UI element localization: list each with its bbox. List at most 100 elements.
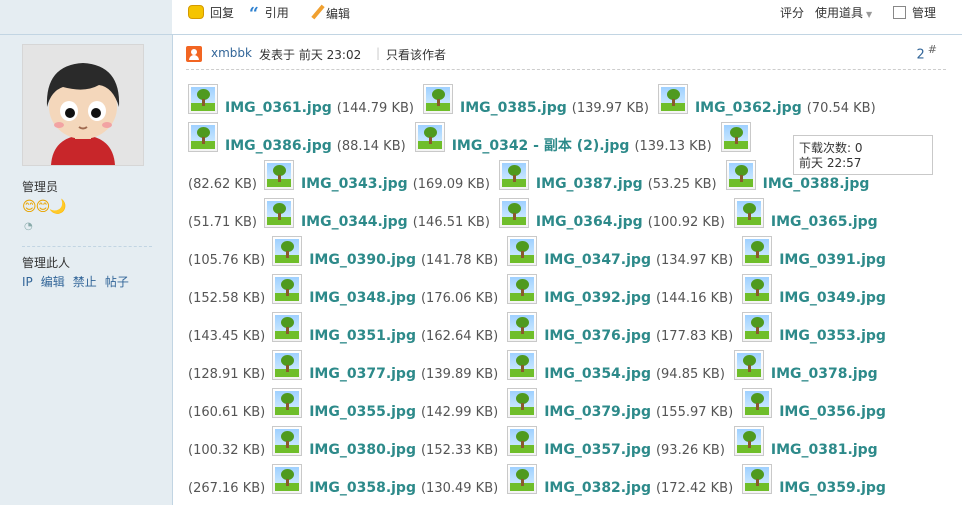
rate-button[interactable]: 评分 bbox=[780, 4, 804, 21]
download-tooltip: 下载次数: 0 前天 22:57 bbox=[793, 135, 933, 175]
image-attachment-icon[interactable] bbox=[507, 426, 538, 456]
attachment-link[interactable]: IMG_0354.jpg bbox=[544, 366, 651, 382]
image-attachment-icon[interactable] bbox=[742, 388, 773, 418]
attachment-link[interactable]: IMG_0362.jpg bbox=[695, 100, 802, 116]
attachment-link[interactable]: IMG_0386.jpg bbox=[225, 138, 332, 154]
image-attachment-icon[interactable] bbox=[733, 198, 764, 228]
use-tool-menu[interactable]: 使用道具 ▼ bbox=[815, 4, 872, 21]
image-attachment-icon[interactable] bbox=[742, 236, 773, 266]
manage-edit-link[interactable]: 编辑 bbox=[41, 275, 65, 289]
image-attachment-icon[interactable] bbox=[742, 274, 773, 304]
attachment-line: (160.61 KB) IMG_0355.jpg (142.99 KB) IMG_03… bbox=[188, 386, 886, 424]
attachment-link[interactable]: IMG_0356.jpg bbox=[779, 404, 886, 420]
attachment-link[interactable]: IMG_0349.jpg bbox=[779, 290, 886, 306]
attachment-size: (144.79 KB) bbox=[336, 101, 414, 116]
manage-toggle[interactable]: 管理 bbox=[893, 4, 936, 21]
attachment-link[interactable]: IMG_0378.jpg bbox=[771, 366, 878, 382]
attachment-link[interactable]: IMG_0347.jpg bbox=[544, 252, 651, 268]
image-attachment-icon[interactable] bbox=[733, 350, 764, 380]
attachment-size: (176.06 KB) bbox=[420, 291, 499, 306]
attachment-line: IMG_0386.jpg (88.14 KB) IMG_0342 - 副本 (2).… bbox=[188, 120, 758, 158]
attachment-link[interactable]: IMG_0361.jpg bbox=[225, 100, 332, 116]
attachment-link[interactable]: IMG_0355.jpg bbox=[309, 404, 416, 420]
image-attachment-icon[interactable] bbox=[422, 84, 453, 114]
image-attachment-icon[interactable] bbox=[272, 236, 303, 266]
image-attachment-icon[interactable] bbox=[507, 464, 538, 494]
image-attachment-icon[interactable] bbox=[498, 160, 529, 190]
attachment-link[interactable]: IMG_0392.jpg bbox=[544, 290, 651, 306]
only-author-link[interactable]: 只看该作者 bbox=[386, 46, 446, 63]
quote-button[interactable]: “ 引用 bbox=[249, 4, 289, 23]
attachment-link[interactable]: IMG_0358.jpg bbox=[309, 480, 416, 496]
avatar[interactable] bbox=[22, 44, 144, 166]
attachment-item: (152.58 KB) IMG_0348.jpg (176.06 KB) bbox=[188, 272, 498, 310]
edit-button[interactable]: 编辑 bbox=[311, 4, 351, 22]
attachment-link[interactable]: IMG_0390.jpg bbox=[309, 252, 416, 268]
attachment-size: (94.85 KB) bbox=[655, 367, 725, 382]
image-attachment-icon[interactable] bbox=[507, 274, 538, 304]
attachment-link[interactable]: IMG_0351.jpg bbox=[309, 328, 416, 344]
attachment-link[interactable]: IMG_0382.jpg bbox=[544, 480, 651, 496]
tooltip-upload-time: 前天 22:57 bbox=[799, 156, 862, 170]
image-attachment-icon[interactable] bbox=[742, 312, 773, 342]
attachment-link[interactable]: IMG_0391.jpg bbox=[779, 252, 886, 268]
reply-button[interactable]: 回复 bbox=[188, 4, 234, 21]
image-attachment-icon[interactable] bbox=[720, 122, 751, 152]
author-link[interactable]: xmbbk bbox=[211, 46, 252, 60]
attachment-link[interactable]: IMG_0342 - 副本 (2).jpg bbox=[452, 138, 630, 154]
attachment-link[interactable]: IMG_0353.jpg bbox=[779, 328, 886, 344]
image-attachment-icon[interactable] bbox=[507, 350, 538, 380]
image-attachment-icon[interactable] bbox=[263, 198, 294, 228]
attachment-link[interactable]: IMG_0359.jpg bbox=[779, 480, 886, 496]
attachment-size: (172.42 KB) bbox=[655, 481, 734, 496]
manage-checkbox[interactable] bbox=[893, 6, 906, 19]
image-attachment-icon[interactable] bbox=[263, 160, 294, 190]
image-attachment-icon[interactable] bbox=[188, 122, 218, 152]
attachment-link[interactable]: IMG_0357.jpg bbox=[544, 442, 651, 458]
edit-label: 编辑 bbox=[326, 7, 351, 21]
image-attachment-icon[interactable] bbox=[742, 464, 773, 494]
image-attachment-icon[interactable] bbox=[188, 84, 218, 114]
attachment-link[interactable]: IMG_0348.jpg bbox=[309, 290, 416, 306]
image-attachment-icon[interactable] bbox=[272, 464, 303, 494]
attachment-line: (100.32 KB) IMG_0380.jpg (152.33 KB) IMG_03… bbox=[188, 424, 878, 462]
image-attachment-icon[interactable] bbox=[507, 236, 538, 266]
attachment-size: (100.92 KB) bbox=[647, 215, 725, 230]
image-attachment-icon[interactable] bbox=[733, 426, 764, 456]
attachment-link[interactable]: IMG_0365.jpg bbox=[771, 214, 878, 230]
attachment-item: IMG_0387.jpg (53.25 KB) bbox=[498, 158, 717, 196]
image-attachment-icon[interactable] bbox=[414, 122, 445, 152]
attachment-link[interactable]: IMG_0385.jpg bbox=[460, 100, 567, 116]
attachment-line: (51.71 KB) IMG_0344.jpg (146.51 KB) IMG_036… bbox=[188, 196, 878, 234]
attachment-link[interactable]: IMG_0376.jpg bbox=[544, 328, 651, 344]
image-attachment-icon[interactable] bbox=[507, 312, 538, 342]
attachment-size: (162.64 KB) bbox=[420, 329, 499, 344]
attachment-item: IMG_0378.jpg bbox=[733, 348, 878, 386]
image-attachment-icon[interactable] bbox=[272, 426, 303, 456]
image-attachment-icon[interactable] bbox=[498, 198, 529, 228]
attachment-size: (105.76 KB) bbox=[188, 253, 266, 268]
image-attachment-icon[interactable] bbox=[657, 84, 688, 114]
image-attachment-icon[interactable] bbox=[272, 350, 303, 380]
attachment-link[interactable]: IMG_0343.jpg bbox=[301, 176, 408, 192]
image-attachment-icon[interactable] bbox=[272, 388, 303, 418]
attachment-link[interactable]: IMG_0387.jpg bbox=[536, 176, 643, 192]
image-attachment-icon[interactable] bbox=[507, 388, 538, 418]
attachment-link[interactable]: IMG_0388.jpg bbox=[763, 176, 870, 192]
manage-posts-link[interactable]: 帖子 bbox=[105, 275, 129, 289]
attachment-link[interactable]: IMG_0364.jpg bbox=[536, 214, 643, 230]
attachment-link[interactable]: IMG_0381.jpg bbox=[771, 442, 878, 458]
attachment-link[interactable]: IMG_0377.jpg bbox=[309, 366, 416, 382]
attachment-line: (267.16 KB) IMG_0358.jpg (130.49 KB) IMG_03… bbox=[188, 462, 886, 500]
image-attachment-icon[interactable] bbox=[272, 274, 303, 304]
attachment-link[interactable]: IMG_0380.jpg bbox=[309, 442, 416, 458]
attachment-link[interactable]: IMG_0344.jpg bbox=[301, 214, 408, 230]
image-attachment-icon[interactable] bbox=[725, 160, 756, 190]
attachment-line: IMG_0361.jpg (144.79 KB) IMG_0385.jpg (139.… bbox=[188, 82, 876, 120]
attachment-link[interactable]: IMG_0379.jpg bbox=[544, 404, 651, 420]
floor-number[interactable]: 2 # bbox=[917, 43, 938, 62]
manage-ip-link[interactable]: IP bbox=[22, 275, 33, 289]
attachment-item: IMG_0347.jpg (134.97 KB) bbox=[507, 234, 733, 272]
image-attachment-icon[interactable] bbox=[272, 312, 303, 342]
manage-ban-link[interactable]: 禁止 bbox=[73, 275, 97, 289]
